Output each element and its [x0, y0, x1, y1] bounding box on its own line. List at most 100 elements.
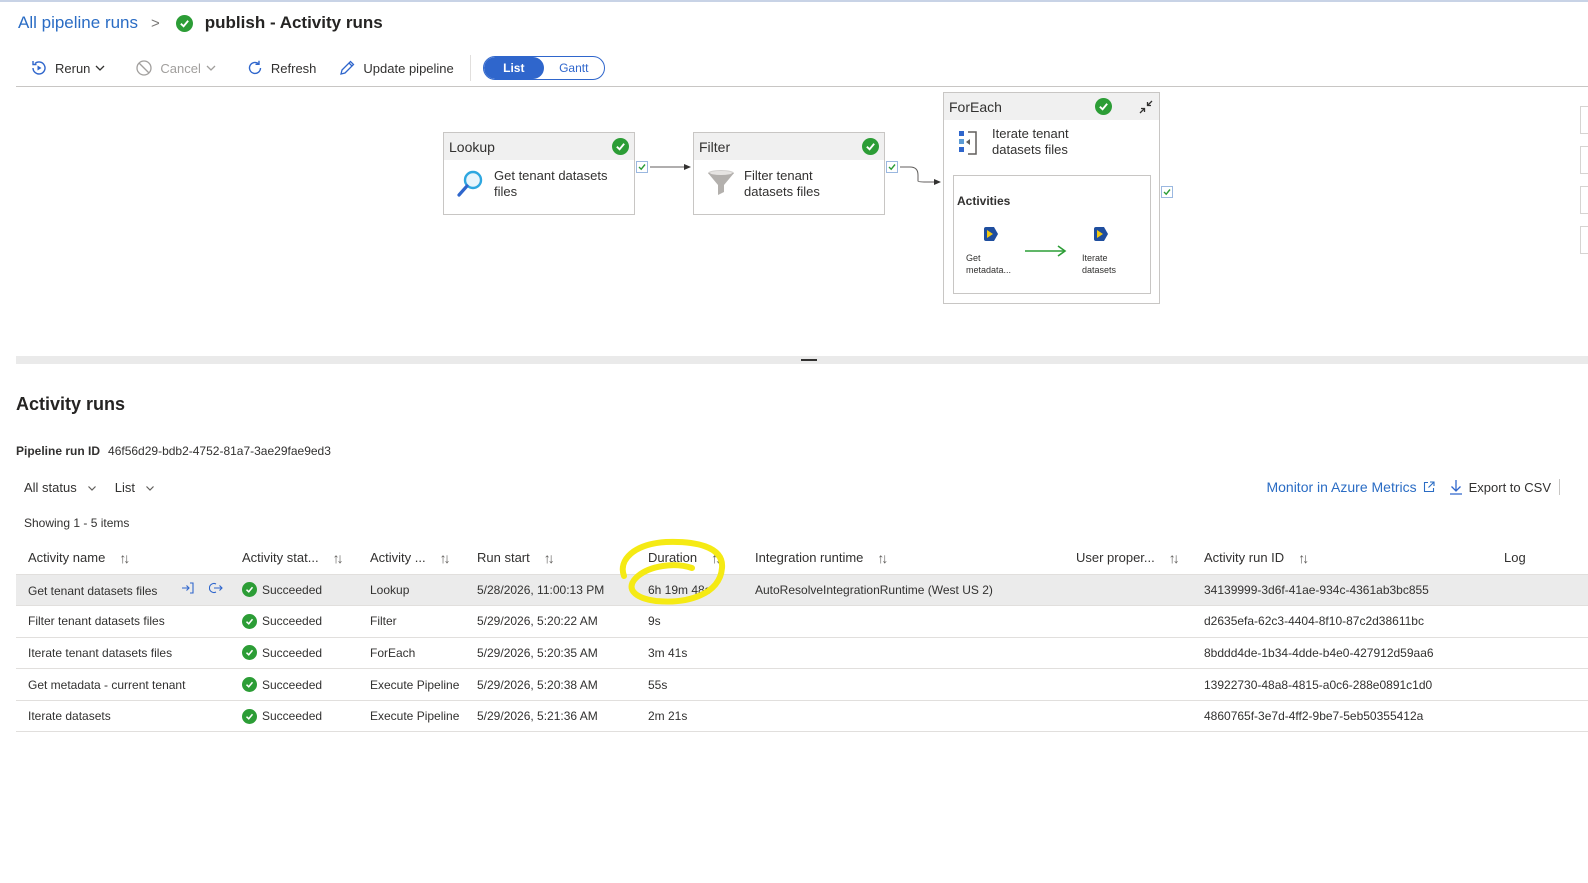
chevron-down-icon: [87, 485, 96, 491]
cell-integration-runtime: [743, 668, 1064, 701]
column-header-integration-runtime[interactable]: Integration runtime ↑↓: [743, 542, 1064, 574]
cell-run-start: 5/29/2026, 5:21:36 AM: [465, 699, 636, 733]
filter-node-type: Filter: [699, 138, 731, 155]
download-icon: [1449, 480, 1462, 495]
table-row[interactable]: Get tenant datasets files Succeeded Lookup…: [16, 573, 1588, 606]
action-divider: [1559, 479, 1560, 495]
sort-icon[interactable]: ↑↓: [119, 550, 130, 566]
item-count: Showing 1 - 5 items: [24, 516, 130, 530]
view-filter-dropdown[interactable]: List: [115, 480, 155, 495]
filter-bar: All status List: [24, 480, 173, 495]
column-header-log: Log: [1504, 550, 1526, 566]
arrow-right-icon: [1025, 245, 1067, 257]
cell-user-properties: [1064, 573, 1192, 606]
collapse-icon[interactable]: [1138, 99, 1154, 115]
column-header-activity-name[interactable]: Activity name ↑↓: [16, 542, 230, 574]
column-header-label: Duration: [648, 550, 698, 566]
cell-user-properties: [1064, 699, 1192, 733]
cell-activity-name: Get tenant datasets files: [16, 573, 230, 606]
column-header-run-start[interactable]: Run start ↑↓: [465, 542, 636, 574]
cell-user-properties: [1064, 636, 1192, 669]
sort-icon[interactable]: ↑↓: [877, 550, 888, 566]
cell-activity-run-id: 4860765f-3e7d-4ff2-9be7-5eb50355412a: [1192, 699, 1492, 733]
column-header-activity-type[interactable]: Activity ... ↑↓: [358, 542, 465, 574]
cell-log: [1492, 668, 1588, 701]
column-header-label: Activity run ID: [1204, 550, 1285, 566]
cell-user-properties: [1064, 605, 1192, 638]
cell-user-properties: [1064, 668, 1192, 701]
activity-name[interactable]: Iterate datasets: [28, 709, 111, 723]
cell-duration: 2m 21s: [636, 699, 743, 733]
pipeline-run-id-value: 46f56d29-bdb2-4752-81a7-3ae29fae9ed3: [108, 444, 331, 458]
success-check-icon: [1095, 98, 1112, 115]
table-header-row: Activity name ↑↓ Activity stat... ↑↓ Activ…: [16, 542, 1588, 574]
success-check-icon: [242, 645, 257, 661]
execute-pipeline-icon: [984, 227, 998, 241]
filter-activity-node[interactable]: Filter Filter tenant datasets files: [693, 132, 885, 215]
column-header-activity-run-id[interactable]: Activity run ID ↑↓: [1192, 542, 1492, 574]
sub-activity-iterate-datasets-line2: datasets: [1082, 265, 1117, 275]
cell-status: Succeeded: [230, 668, 358, 701]
cell-duration: 6h 19m 48s: [636, 573, 743, 606]
activity-name[interactable]: Iterate tenant datasets files: [28, 646, 172, 660]
sort-icon[interactable]: ↑↓: [333, 550, 344, 566]
success-check-icon: [242, 613, 257, 629]
status-text: Succeeded: [262, 645, 323, 660]
activity-name[interactable]: Get tenant datasets files: [28, 584, 157, 598]
cell-activity-type: Filter: [358, 605, 465, 638]
foreach-icon: [959, 131, 977, 155]
table-row[interactable]: Iterate datasets Succeeded Execute Pipelin…: [16, 699, 1588, 733]
sort-icon[interactable]: ↑↓: [440, 550, 451, 566]
activity-name[interactable]: Get metadata - current tenant: [28, 678, 185, 692]
monitor-azure-metrics-link[interactable]: Monitor in Azure Metrics: [1266, 479, 1435, 495]
success-check-icon: [242, 677, 257, 693]
splitter-handle-icon[interactable]: [801, 359, 817, 361]
sub-activity-get-metadata-line1: Get: [966, 253, 981, 263]
view-filter-label: List: [114, 480, 135, 495]
canvas-side-tool[interactable]: [1580, 146, 1588, 174]
cell-integration-runtime: [743, 605, 1064, 638]
column-header-activity-status[interactable]: Activity stat... ↑↓: [230, 542, 358, 574]
column-header-user-properties[interactable]: User proper... ↑↓: [1064, 542, 1192, 574]
canvas-side-tool[interactable]: [1580, 226, 1588, 254]
activity-runs-table: Activity name ↑↓ Activity stat... ↑↓ Activ…: [16, 542, 1588, 733]
pipeline-run-id-label: Pipeline run ID: [16, 444, 101, 458]
canvas-side-tool[interactable]: [1580, 106, 1588, 134]
sub-activity-get-metadata[interactable]: Get metadata...: [966, 252, 1011, 276]
activity-name[interactable]: Filter tenant datasets files: [28, 614, 165, 628]
sort-icon[interactable]: ↑↓: [1169, 550, 1180, 566]
cell-activity-type: Execute Pipeline: [358, 668, 465, 701]
monitor-link-label: Monitor in Azure Metrics: [1266, 479, 1417, 495]
table-row[interactable]: Get metadata - current tenant Succeeded Ex…: [16, 668, 1588, 701]
lookup-activity-node[interactable]: Lookup Get tenant datasets files: [443, 132, 635, 215]
cell-activity-name: Iterate tenant datasets files: [16, 636, 230, 669]
cell-run-start: 5/29/2026, 5:20:35 AM: [465, 636, 636, 669]
column-header-label: Integration runtime: [755, 550, 864, 566]
status-filter-dropdown[interactable]: All status: [24, 480, 97, 495]
filter-node-name-line2: datasets files: [744, 184, 820, 199]
output-icon[interactable]: [209, 581, 224, 595]
foreach-output-checkbox[interactable]: [1161, 186, 1173, 198]
funnel-icon: [708, 170, 734, 195]
sub-activity-iterate-datasets[interactable]: Iterate datasets: [1082, 252, 1116, 276]
table-row[interactable]: Filter tenant datasets files Succeeded Fil…: [16, 605, 1588, 638]
export-csv-button[interactable]: Export to CSV: [1449, 479, 1551, 495]
filter-output-checkbox[interactable]: [886, 161, 898, 173]
cell-log: [1492, 699, 1588, 733]
input-icon[interactable]: [181, 581, 195, 595]
cell-activity-type: Execute Pipeline: [358, 699, 465, 733]
canvas-side-tool[interactable]: [1580, 186, 1588, 214]
table-row[interactable]: Iterate tenant datasets files Succeeded Fo…: [16, 636, 1588, 669]
foreach-node-type: ForEach: [949, 98, 1002, 115]
lookup-output-checkbox[interactable]: [636, 161, 648, 173]
lookup-node-type: Lookup: [449, 138, 495, 155]
status-text: Succeeded: [262, 677, 323, 692]
sort-icon[interactable]: ↑↓: [544, 550, 555, 566]
sort-icon[interactable]: ↑↓: [1298, 550, 1309, 566]
column-header-duration[interactable]: Duration ↑↓: [636, 542, 743, 574]
sort-icon[interactable]: ↑↓: [711, 550, 722, 566]
foreach-activity-node[interactable]: ForEach Iterate tenant datasets files Ac…: [943, 92, 1160, 304]
foreach-node-name-line1: Iterate tenant: [992, 126, 1069, 141]
column-header-label: Activity name: [28, 550, 106, 566]
cell-activity-name: Filter tenant datasets files: [16, 605, 230, 638]
